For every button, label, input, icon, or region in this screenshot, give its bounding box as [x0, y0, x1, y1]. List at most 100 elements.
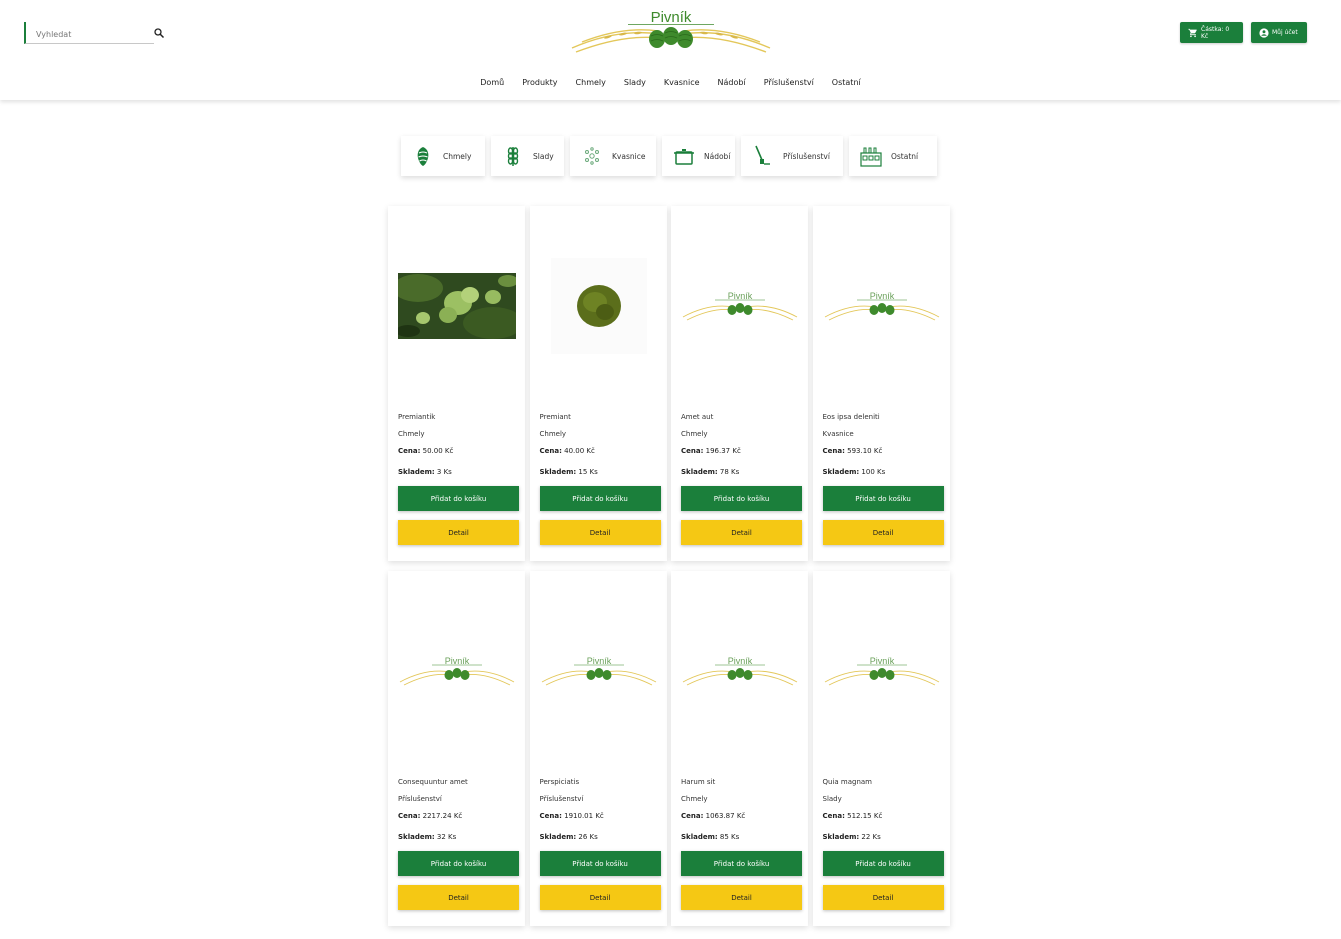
detail-button[interactable]: Detail	[822, 885, 944, 910]
site-header: Pivník Částka: 0 Kč Můj účet Domů Produk…	[0, 0, 1341, 100]
add-to-cart-button[interactable]: Přidat do košíku	[822, 486, 944, 511]
placeholder-logo: Pivník	[682, 656, 798, 686]
product-name[interactable]: Harum sit	[681, 778, 715, 786]
category-accessories[interactable]: Příslušenství	[741, 136, 843, 176]
category-label: Příslušenství	[783, 151, 830, 161]
cart-button[interactable]: Částka: 0 Kč	[1180, 22, 1243, 43]
cart-icon	[1188, 28, 1197, 37]
product-price: Cena: 593.10 Kč	[822, 447, 883, 455]
add-to-cart-button[interactable]: Přidat do košíku	[539, 486, 661, 511]
product-image[interactable]: Pivník	[823, 246, 941, 366]
product-image[interactable]: Pivník	[681, 611, 799, 731]
product-category: Příslušenství	[398, 795, 442, 803]
hops-photo	[398, 273, 516, 339]
add-to-cart-button[interactable]: Přidat do košíku	[398, 851, 519, 876]
product-image[interactable]: Pivník	[823, 611, 941, 731]
detail-button[interactable]: Detail	[398, 520, 519, 545]
product-grid: Premiantik Chmely Cena: 50.00 Kč Skladem…	[388, 206, 950, 926]
nav-item-hops[interactable]: Chmely	[567, 78, 615, 87]
product-category: Chmely	[681, 430, 708, 438]
pellet-photo	[550, 258, 647, 354]
product-stock: Skladem: 3 Ks	[398, 468, 452, 476]
product-image[interactable]	[540, 246, 658, 366]
product-category: Chmely	[681, 795, 708, 803]
logo-text: Pivník	[586, 656, 611, 666]
product-image[interactable]: Pivník	[398, 611, 516, 731]
add-to-cart-button[interactable]: Přidat do košíku	[539, 851, 661, 876]
product-card: Pivník Perspiciatis Příslušenství Cena: …	[529, 571, 667, 926]
product-name[interactable]: Premiant	[540, 413, 571, 421]
main-nav: Domů Produkty Chmely Slady Kvasnice Nádo…	[0, 78, 1341, 87]
category-dishes[interactable]: Nádobí	[662, 136, 735, 176]
detail-button[interactable]: Detail	[681, 520, 802, 545]
search-box	[24, 22, 154, 45]
hop-cone-icon	[417, 147, 429, 166]
detail-button[interactable]: Detail	[398, 885, 519, 910]
product-card: Pivník Eos ipsa deleniti Kvasnice Cena: …	[812, 206, 950, 561]
add-to-cart-button[interactable]: Přidat do košíku	[681, 851, 802, 876]
pot-icon	[674, 149, 694, 165]
placeholder-logo: Pivník	[682, 291, 798, 321]
product-card: Premiant Chmely Cena: 40.00 Kč Skladem: …	[529, 206, 667, 561]
product-name[interactable]: Consequuntur amet	[398, 778, 468, 786]
logo-text: Pivník	[445, 656, 470, 666]
category-other[interactable]: Ostatní	[849, 136, 937, 176]
nav-item-accessories[interactable]: Příslušenství	[755, 78, 823, 87]
placeholder-logo: Pivník	[824, 291, 939, 321]
category-label: Nádobí	[704, 151, 731, 161]
product-category: Chmely	[398, 430, 425, 438]
detail-button[interactable]: Detail	[539, 885, 661, 910]
product-image[interactable]: Pivník	[681, 246, 799, 366]
cart-amount: Částka: 0 Kč	[1201, 25, 1230, 40]
category-hops[interactable]: Chmely	[401, 136, 485, 176]
product-price: Cena: 1910.01 Kč	[539, 812, 604, 820]
product-card: Pivník Harum sit Chmely Cena: 1063.87 Kč…	[671, 571, 808, 926]
add-to-cart-button[interactable]: Přidat do košíku	[822, 851, 944, 876]
beer-crate-icon	[860, 147, 882, 167]
nav-item-malts[interactable]: Slady	[615, 78, 655, 87]
site-logo[interactable]: Pivník	[568, 6, 774, 58]
account-label: Můj účet	[1272, 29, 1298, 36]
placeholder-logo: Pivník	[541, 656, 656, 686]
nav-item-home[interactable]: Domů	[471, 78, 513, 87]
product-price: Cena: 1063.87 Kč	[681, 812, 746, 820]
product-stock: Skladem: 26 Ks	[539, 833, 598, 841]
wheat-icon	[507, 147, 519, 166]
placeholder-logo: Pivník	[824, 656, 939, 686]
logo-text: Pivník	[728, 656, 753, 666]
search-input[interactable]	[26, 24, 154, 45]
nav-item-other[interactable]: Ostatní	[823, 78, 870, 87]
search-icon[interactable]	[153, 27, 165, 39]
add-to-cart-button[interactable]: Přidat do košíku	[398, 486, 519, 511]
logo-text: Pivník	[651, 9, 692, 26]
product-name[interactable]: Premiantik	[398, 413, 435, 421]
product-stock: Skladem: 15 Ks	[539, 468, 598, 476]
account-button[interactable]: Můj účet	[1251, 22, 1307, 43]
logo-text: Pivník	[728, 291, 753, 301]
product-stock: Skladem: 100 Ks	[822, 468, 886, 476]
account-icon	[1259, 27, 1269, 38]
nav-item-products[interactable]: Produkty	[513, 78, 566, 87]
product-image[interactable]	[398, 246, 516, 366]
category-yeast[interactable]: Kvasnice	[570, 136, 656, 176]
detail-button[interactable]: Detail	[822, 520, 944, 545]
yeast-icon	[585, 147, 599, 165]
product-name[interactable]: Amet aut	[681, 413, 713, 421]
category-malts[interactable]: Slady	[491, 136, 564, 176]
product-stock: Skladem: 85 Ks	[681, 833, 740, 841]
product-name[interactable]: Quia magnam	[823, 778, 873, 786]
placeholder-logo: Pivník	[399, 656, 515, 686]
detail-button[interactable]: Detail	[681, 885, 802, 910]
product-price: Cena: 196.37 Kč	[681, 447, 741, 455]
nav-item-yeast[interactable]: Kvasnice	[655, 78, 709, 87]
product-category: Chmely	[539, 430, 567, 438]
product-category: Příslušenství	[539, 795, 584, 803]
product-name[interactable]: Eos ipsa deleniti	[823, 413, 880, 421]
product-image[interactable]: Pivník	[540, 611, 658, 731]
nav-item-dishes[interactable]: Nádobí	[709, 78, 755, 87]
detail-button[interactable]: Detail	[539, 520, 661, 545]
product-name[interactable]: Perspiciatis	[540, 778, 580, 786]
product-stock: Skladem: 22 Ks	[822, 833, 881, 841]
product-stock: Skladem: 32 Ks	[398, 833, 457, 841]
add-to-cart-button[interactable]: Přidat do košíku	[681, 486, 802, 511]
